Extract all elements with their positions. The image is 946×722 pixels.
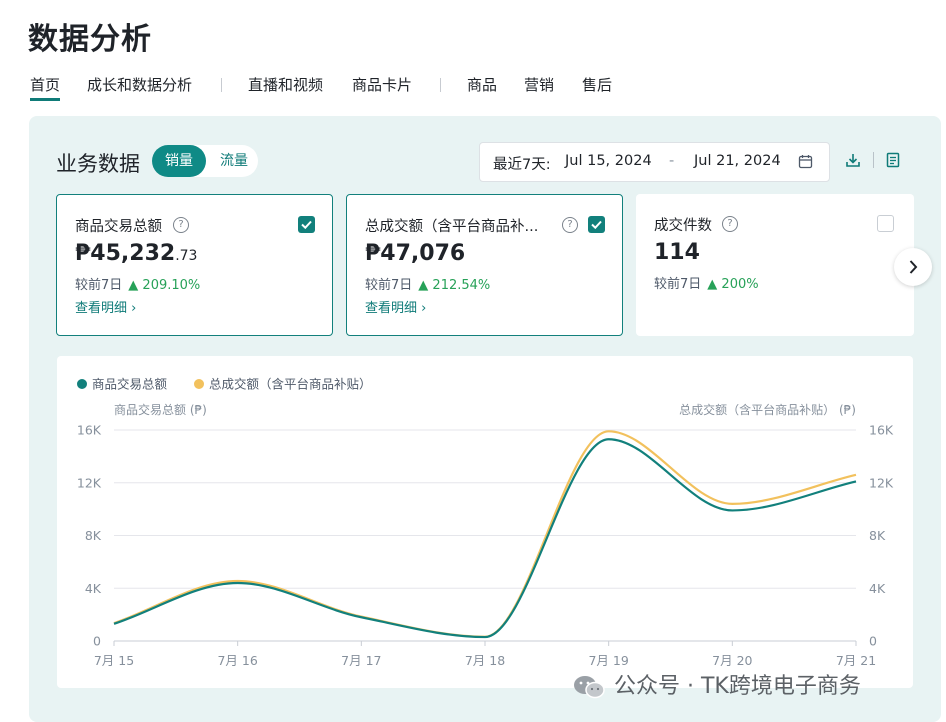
metric-label: 成交件数 <box>654 218 712 234</box>
page-title: 数据分析 <box>28 22 152 57</box>
metric-card-units-sold[interactable]: 成交件数 ? 114 较前7日 ▲ 200% <box>636 194 914 336</box>
check-icon <box>591 220 602 230</box>
x-tick-label: 7月 18 <box>465 653 505 668</box>
date-range-prefix: 最近7天: <box>493 157 551 173</box>
chevron-right-icon <box>909 260 918 274</box>
series-line-2 <box>113 430 857 638</box>
arrow-up-icon: ▲ <box>707 277 718 292</box>
x-tick-label: 7月 17 <box>341 653 381 668</box>
tab-marketing[interactable]: 营销 <box>524 74 554 95</box>
metric-checkbox[interactable] <box>877 215 894 232</box>
date-end[interactable]: Jul 21, 2024 <box>694 153 781 169</box>
y-tick-right-label: 0 <box>869 634 877 649</box>
y-tick-right-label: 8K <box>869 528 886 543</box>
toolbar-divider <box>873 152 874 168</box>
metric-value: ₱47,076 <box>365 241 466 266</box>
metric-value: ₱45,232.73 <box>75 241 198 266</box>
tab-after-sales[interactable]: 售后 <box>582 74 612 95</box>
help-icon[interactable]: ? <box>173 217 189 233</box>
wechat-icon <box>572 674 606 700</box>
y-tick-right-label: 4K <box>869 581 886 596</box>
metric-value: 114 <box>654 240 700 265</box>
watermark: 公众号 · TK跨境电子商务 <box>572 668 861 700</box>
x-tick-label: 7月 19 <box>588 653 628 668</box>
series-line-1 <box>113 438 857 639</box>
tab-product-card[interactable]: 商品卡片 <box>352 74 412 95</box>
legend-swatch-series-1 <box>77 379 87 389</box>
legend-label-series-2[interactable]: 总成交额（含平台商品补贴） <box>209 377 372 392</box>
date-start[interactable]: Jul 15, 2024 <box>565 153 652 169</box>
y-tick-left-label: 0 <box>93 634 101 649</box>
arrow-up-icon: ▲ <box>418 278 429 293</box>
arrow-up-icon: ▲ <box>128 278 139 293</box>
date-separator: - <box>669 153 675 169</box>
change-up: ▲ 212.54% <box>418 278 491 293</box>
metric-card-gmv[interactable]: 商品交易总额 ? ₱45,232.73 较前7日 ▲ 209.10% 查看明细 › <box>56 194 333 336</box>
tab-live-video[interactable]: 直播和视频 <box>248 74 323 95</box>
metric-label: 商品交易总额 <box>75 219 162 235</box>
metric-checkbox[interactable] <box>298 216 315 233</box>
legend-label-series-1[interactable]: 商品交易总额 <box>92 377 168 392</box>
chart-legend: 商品交易总额 总成交额（含平台商品补贴） <box>77 377 372 392</box>
nav-divider <box>440 78 441 92</box>
trend-line-chart: 商品交易总额 总成交额（含平台商品补贴） 商品交易总额 (₱) 总成交额（含平台… <box>77 377 894 669</box>
metric-label: 总成交额（含平台商品补... <box>365 219 539 235</box>
x-tick-label: 7月 20 <box>712 653 752 668</box>
change-up: ▲ 200% <box>707 277 759 292</box>
y-axis-left-title: 商品交易总额 (₱) <box>114 402 207 417</box>
tab-growth-analytics[interactable]: 成长和数据分析 <box>87 74 192 95</box>
tab-products[interactable]: 商品 <box>467 74 497 95</box>
nav-divider <box>221 78 222 92</box>
calendar-icon[interactable] <box>798 154 813 169</box>
view-details-link[interactable]: 查看明细 › <box>365 297 426 316</box>
y-tick-left-label: 8K <box>85 528 102 543</box>
change-up: ▲ 209.10% <box>128 278 201 293</box>
toggle-sales[interactable]: 销量 <box>152 145 206 177</box>
toggle-traffic[interactable]: 流量 <box>210 145 258 177</box>
metric-checkbox[interactable] <box>588 216 605 233</box>
x-tick-label: 7月 15 <box>94 653 134 668</box>
y-tick-left-label: 12K <box>77 475 102 490</box>
legend-swatch-series-2 <box>194 379 204 389</box>
next-cards-button[interactable] <box>894 248 932 286</box>
metric-card-total-sales[interactable]: 总成交额（含平台商品补... ? ₱47,076 较前7日 ▲ 212.54% 查… <box>346 194 623 336</box>
active-tab-underline <box>30 98 60 101</box>
y-tick-left-label: 16K <box>77 423 102 438</box>
download-icon[interactable] <box>844 151 862 169</box>
x-tick-label: 7月 16 <box>217 653 257 668</box>
section-title: 业务数据 <box>56 152 140 176</box>
watermark-text: 公众号 · TK跨境电子商务 <box>614 674 861 699</box>
help-icon[interactable]: ? <box>722 216 738 232</box>
metric-compare: 较前7日 ▲ 212.54% <box>365 278 491 293</box>
date-range-picker[interactable]: 最近7天: Jul 15, 2024 - Jul 21, 2024 <box>479 142 830 182</box>
y-axis-right-title: 总成交额（含平台商品补贴） (₱) <box>679 402 856 417</box>
metric-type-toggle: 销量 流量 <box>152 145 258 177</box>
x-tick-label: 7月 21 <box>836 653 876 668</box>
check-icon <box>301 220 312 230</box>
y-tick-right-label: 16K <box>869 423 894 438</box>
y-tick-right-label: 12K <box>869 475 894 490</box>
metric-compare: 较前7日 ▲ 200% <box>654 277 759 292</box>
view-details-link[interactable]: 查看明细 › <box>75 297 136 316</box>
report-icon[interactable] <box>884 151 902 169</box>
metric-compare: 较前7日 ▲ 209.10% <box>75 278 201 293</box>
tab-home[interactable]: 首页 <box>30 74 60 95</box>
y-tick-left-label: 4K <box>85 581 102 596</box>
help-icon[interactable]: ? <box>562 217 578 233</box>
